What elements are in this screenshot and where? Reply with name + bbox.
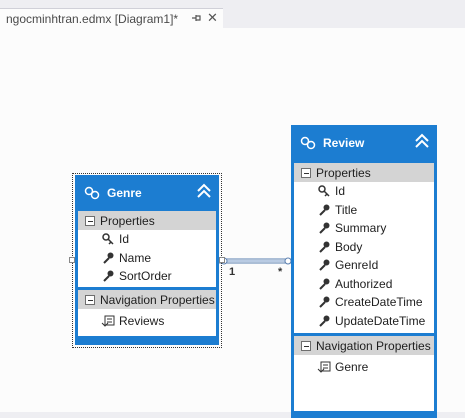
property-row[interactable]: SortOrder [78,267,216,286]
tab-title: ngocminhtran.edmx [Diagram1]* [6,11,179,26]
property-row[interactable]: Id [78,230,216,249]
navigation-properties-header[interactable]: Navigation Properties [78,290,216,309]
document-tab-bar: ngocminhtran.edmx [Diagram1]* ✕ [0,0,465,30]
properties-section: Properties Id Title Summary Body GenreId… [294,163,434,333]
wrench-icon [319,278,330,290]
property-name: Authorized [335,276,393,291]
entity-name: Genre [107,186,142,200]
properties-section: Properties Id Name SortOrder [78,211,216,287]
pin-icon[interactable] [190,11,202,25]
property-row[interactable]: Summary [294,219,434,238]
collapse-minus-icon[interactable] [301,167,311,178]
properties-header[interactable]: Properties [78,211,216,230]
wrench-icon [319,296,330,308]
wrench-icon [319,241,330,253]
navigation-property-name: Reviews [119,314,165,329]
navigation-property-row[interactable]: Reviews [78,312,216,331]
resize-handle-right[interactable] [219,257,225,263]
property-name: Id [335,184,346,199]
multiplicity-many: * [278,266,283,278]
wrench-icon [319,222,330,234]
entity-name: Review [323,136,365,150]
wrench-icon [319,259,330,271]
navigation-properties-section: Navigation Properties Genre [294,336,434,411]
key-icon [102,233,114,245]
entity-footer [291,414,437,418]
property-name: CreateDateTime [335,295,423,310]
property-row[interactable]: CreateDateTime [294,293,434,312]
entity-header[interactable]: Genre [75,175,219,211]
property-row[interactable]: Name [78,249,216,268]
wrench-icon [319,204,330,216]
multiplicity-one: 1 [229,266,236,278]
navigation-property-row[interactable]: Genre [294,358,434,377]
property-row[interactable]: Id [294,182,434,201]
properties-header[interactable]: Properties [294,163,434,182]
entity-genre[interactable]: Genre Properties Id Name SortOrder Navig… [75,175,219,345]
property-name: UpdateDateTime [335,313,426,328]
property-name: GenreId [335,258,379,273]
entity-footer [75,341,219,345]
wrench-icon [103,270,114,282]
navigation-property-name: Genre [335,360,369,375]
property-name: Id [119,232,130,247]
wrench-icon [103,252,114,264]
property-name: Name [119,250,152,265]
property-name: Body [335,239,363,254]
collapse-icon[interactable] [413,132,431,150]
close-icon[interactable]: ✕ [207,10,218,26]
property-name: Title [335,202,358,217]
navigation-icon [101,315,115,327]
navigation-icon [317,361,331,373]
property-row[interactable]: Title [294,201,434,220]
entity-icon [84,186,100,200]
navigation-properties-section: Navigation Properties Reviews [78,290,216,336]
property-name: SortOrder [119,269,172,284]
section-label: Navigation Properties [100,292,215,307]
collapse-icon[interactable] [195,182,213,200]
collapse-minus-icon[interactable] [85,215,95,226]
property-name: Summary [335,221,387,236]
diagram-canvas[interactable]: 1 * Genre Properties Id Name SortOrder N… [0,30,465,418]
entity-review[interactable]: Review Properties Id Title Summary Body … [291,125,437,418]
section-label: Navigation Properties [316,338,431,353]
section-label: Properties [316,165,371,180]
navigation-properties-header[interactable]: Navigation Properties [294,336,434,355]
entity-header[interactable]: Review [291,125,437,161]
property-row[interactable]: Authorized [294,275,434,294]
document-tab[interactable]: ngocminhtran.edmx [Diagram1]* ✕ [0,8,223,28]
collapse-minus-icon[interactable] [85,294,95,305]
entity-icon [300,136,316,150]
collapse-minus-icon[interactable] [301,340,311,351]
wrench-icon [319,315,330,327]
property-row[interactable]: UpdateDateTime [294,312,434,331]
section-label: Properties [100,213,155,228]
property-row[interactable]: GenreId [294,256,434,275]
property-row[interactable]: Body [294,238,434,257]
key-icon [318,185,330,197]
